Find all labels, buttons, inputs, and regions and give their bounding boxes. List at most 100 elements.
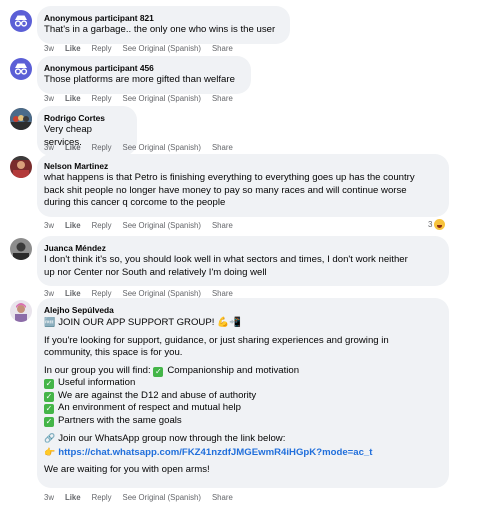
share-button[interactable]: Share (212, 493, 233, 502)
post-list-line: ✓ An environment of respect and mutual he… (44, 402, 440, 415)
incognito-icon (14, 63, 28, 75)
comment-actions: 3w Like Reply See Original (Spanish) Sha… (44, 44, 233, 53)
comment-bubble: Anonymous participant 456 Those platform… (37, 56, 251, 94)
comment-author[interactable]: Anonymous participant 456 (44, 62, 242, 74)
comment-text: I don't think it's so, you should look w… (44, 254, 440, 279)
profile-photo[interactable] (10, 238, 32, 260)
see-original-button[interactable]: See Original (Spanish) (123, 289, 201, 298)
like-button[interactable]: Like (65, 94, 81, 103)
like-button[interactable]: Like (65, 44, 81, 53)
reply-button[interactable]: Reply (92, 94, 112, 103)
post-list-item: Companionship and motivation (167, 364, 300, 376)
profile-photo[interactable] (10, 108, 32, 130)
comment-author[interactable]: Nelson Martinez (44, 160, 440, 172)
post-closing: We are waiting for you with open arms! (44, 464, 210, 475)
comment-time[interactable]: 3w (44, 221, 54, 230)
share-button[interactable]: Share (212, 221, 233, 230)
comment-text-line: back shit people no longer have money to… (44, 184, 407, 196)
link-icon: 🔗 (44, 433, 56, 443)
comment-time[interactable]: 3w (44, 289, 54, 298)
announcement-icon: 🆓 (44, 317, 56, 327)
see-original-button[interactable]: See Original (Spanish) (123, 94, 201, 103)
see-original-button[interactable]: See Original (Spanish) (123, 143, 201, 152)
post-list-item: Partners with the same goals (58, 414, 182, 426)
post-list-item: Useful information (58, 377, 136, 388)
share-button[interactable]: Share (212, 143, 233, 152)
like-button[interactable]: Like (65, 289, 81, 298)
haha-reaction-icon (434, 219, 446, 230)
comment-bubble: Nelson Martinez what happens is that Pet… (37, 154, 449, 217)
reaction-count: 3 (428, 220, 433, 229)
comment-author[interactable]: Rodrigo Cortes (44, 112, 128, 124)
check-icon: ✓ (44, 416, 54, 427)
see-original-button[interactable]: See Original (Spanish) (123, 493, 201, 502)
comment-actions: 3w Like Reply See Original (Spanish) Sha… (44, 493, 233, 502)
profile-photo[interactable] (10, 156, 32, 178)
like-button[interactable]: Like (65, 493, 81, 502)
comment-text-line: up nor Center nor South and relatively I… (44, 266, 267, 278)
check-icon: ✓ (44, 391, 54, 402)
pointing-hand-icon: 👉 (44, 446, 56, 457)
post-list-item: We are against the D12 and abuse of auth… (58, 389, 257, 401)
comment-actions: 3w Like Reply See Original (Spanish) Sha… (44, 94, 233, 103)
post-heading-text: JOIN OUR APP SUPPORT GROUP! (58, 317, 215, 328)
anonymous-avatar[interactable] (10, 58, 32, 80)
comment-author[interactable]: Anonymous participant 821 (44, 12, 281, 24)
post-intro-line: community, this space is for you. (44, 347, 183, 358)
profile-photo-image (10, 156, 32, 178)
see-original-button[interactable]: See Original (Spanish) (123, 221, 201, 230)
comment-text: That's in a garbage.. the only one who w… (44, 24, 276, 35)
like-button[interactable]: Like (65, 221, 81, 230)
comment-actions: 3w Like Reply See Original (Spanish) Sha… (44, 289, 233, 298)
like-button[interactable]: Like (65, 143, 81, 152)
reply-button[interactable]: Reply (92, 44, 112, 53)
check-icon: ✓ (44, 404, 54, 414)
comment-text-line: I don't think it's so, you should look w… (44, 254, 408, 265)
comment-author[interactable]: Juanca Méndez (44, 242, 440, 254)
post-whatsapp-line: 🔗 Join our WhatsApp group now through the… (44, 432, 440, 446)
comment-time[interactable]: 3w (44, 94, 54, 103)
comment-text: Those platforms are more gifted than wel… (44, 74, 235, 85)
comment-time[interactable]: 3w (44, 44, 54, 53)
incognito-icon (14, 15, 28, 27)
comment-actions: 3w Like Reply See Original (Spanish) Sha… (44, 221, 233, 230)
reaction-summary[interactable]: 3 (428, 219, 446, 230)
post-list-line: ✓ Partners with the same goals (44, 415, 440, 428)
profile-photo-image (10, 238, 32, 260)
share-button[interactable]: Share (212, 289, 233, 298)
share-button[interactable]: Share (212, 44, 233, 53)
profile-photo[interactable] (10, 300, 32, 322)
check-icon: ✓ (44, 379, 54, 389)
post-heading: 🆓 JOIN OUR APP SUPPORT GROUP! 💪📲 (44, 316, 440, 330)
comment-text: what happens is that Petro is finishing … (44, 172, 440, 210)
post-intro-line: If you're looking for support, guidance,… (44, 334, 389, 346)
check-icon: ✓ (153, 366, 164, 377)
comment-bubble: Alejho Sepúlveda 🆓 JOIN OUR APP SUPPORT G… (37, 298, 449, 488)
comment-author[interactable]: Alejho Sepúlveda (44, 304, 440, 316)
profile-photo-image (10, 300, 32, 322)
comment-bubble: Juanca Méndez I don't think it's so, you… (37, 236, 449, 286)
post-find-line: In our group you will find: ✓ Companionsh… (44, 365, 440, 378)
post-list-item: An environment of respect and mutual hel… (58, 402, 241, 413)
reply-button[interactable]: Reply (92, 289, 112, 298)
see-original-button[interactable]: See Original (Spanish) (123, 44, 201, 53)
post-list-line: ✓ Useful information (44, 377, 440, 390)
comment-bubble: Anonymous participant 821 That's in a ga… (37, 6, 290, 44)
comment-time[interactable]: 3w (44, 493, 54, 502)
profile-photo-image (10, 108, 32, 130)
reply-button[interactable]: Reply (92, 221, 112, 230)
share-button[interactable]: Share (212, 94, 233, 103)
comment-actions: 3w Like Reply See Original (Spanish) Sha… (44, 143, 233, 152)
reply-button[interactable]: Reply (92, 143, 112, 152)
anonymous-avatar[interactable] (10, 10, 32, 32)
whatsapp-link[interactable]: https://chat.whatsapp.com/FKZ41nzdfJMGEw… (58, 447, 372, 458)
comment-text-line: what happens is that Petro is finishing … (44, 172, 415, 183)
comment-time[interactable]: 3w (44, 143, 54, 152)
post-link-line: 👉 https://chat.whatsapp.com/FKZ41nzdfJMGE… (44, 446, 440, 460)
comment-text: 🆓 JOIN OUR APP SUPPORT GROUP! 💪📲 If you'r… (44, 316, 440, 477)
strong-arm-icon: 💪📲 (217, 317, 241, 328)
post-find-label: In our group you will find: (44, 364, 151, 376)
comment-text-line: during this cancer q corcome to the peop… (44, 197, 226, 208)
reply-button[interactable]: Reply (92, 493, 112, 502)
post-list-line: ✓ We are against the D12 and abuse of aut… (44, 390, 440, 403)
